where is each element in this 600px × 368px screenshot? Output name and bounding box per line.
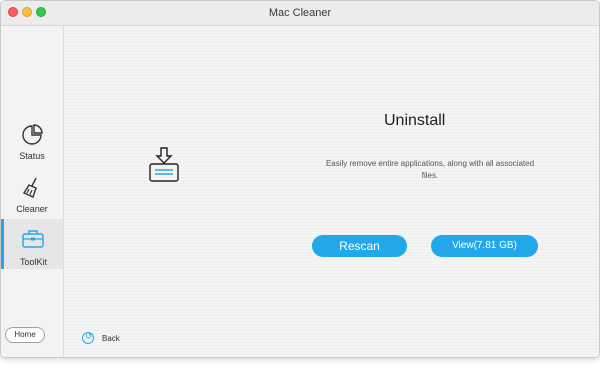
home-button[interactable]: Home (5, 327, 45, 343)
uninstall-icon (149, 147, 179, 182)
rescan-button[interactable]: Rescan (312, 235, 407, 257)
toolbox-icon (22, 230, 44, 248)
view-button[interactable]: View(7.81 GB) (431, 235, 538, 257)
back-label: Back (102, 334, 120, 343)
sidebar-item-label: ToolKit (19, 257, 47, 267)
minimize-window-button[interactable] (22, 7, 32, 17)
window-title: Mac Cleaner (268, 7, 332, 19)
description-text: Easily remove entire applications, along… (325, 159, 535, 180)
main-panel: Uninstall Easily remove entire applicati… (64, 26, 599, 357)
back-arrow-icon: ↺ (82, 331, 94, 344)
sidebar-item-status[interactable]: Status (1, 123, 63, 173)
sidebar-item-toolkit[interactable]: ToolKit (1, 219, 63, 269)
close-window-button[interactable] (8, 7, 18, 17)
zoom-window-button[interactable] (36, 7, 46, 17)
title-bar: Mac Cleaner (1, 1, 599, 26)
pie-chart-icon (22, 124, 43, 145)
broom-icon (22, 177, 37, 198)
app-window: Mac Cleaner Status Cleaner ToolKit Home … (0, 0, 600, 358)
sidebar-item-label: Cleaner (16, 204, 48, 214)
page-title: Uninstall (384, 112, 446, 129)
sidebar-item-label: Status (19, 151, 45, 161)
sidebar: Status Cleaner ToolKit Home (1, 26, 64, 357)
